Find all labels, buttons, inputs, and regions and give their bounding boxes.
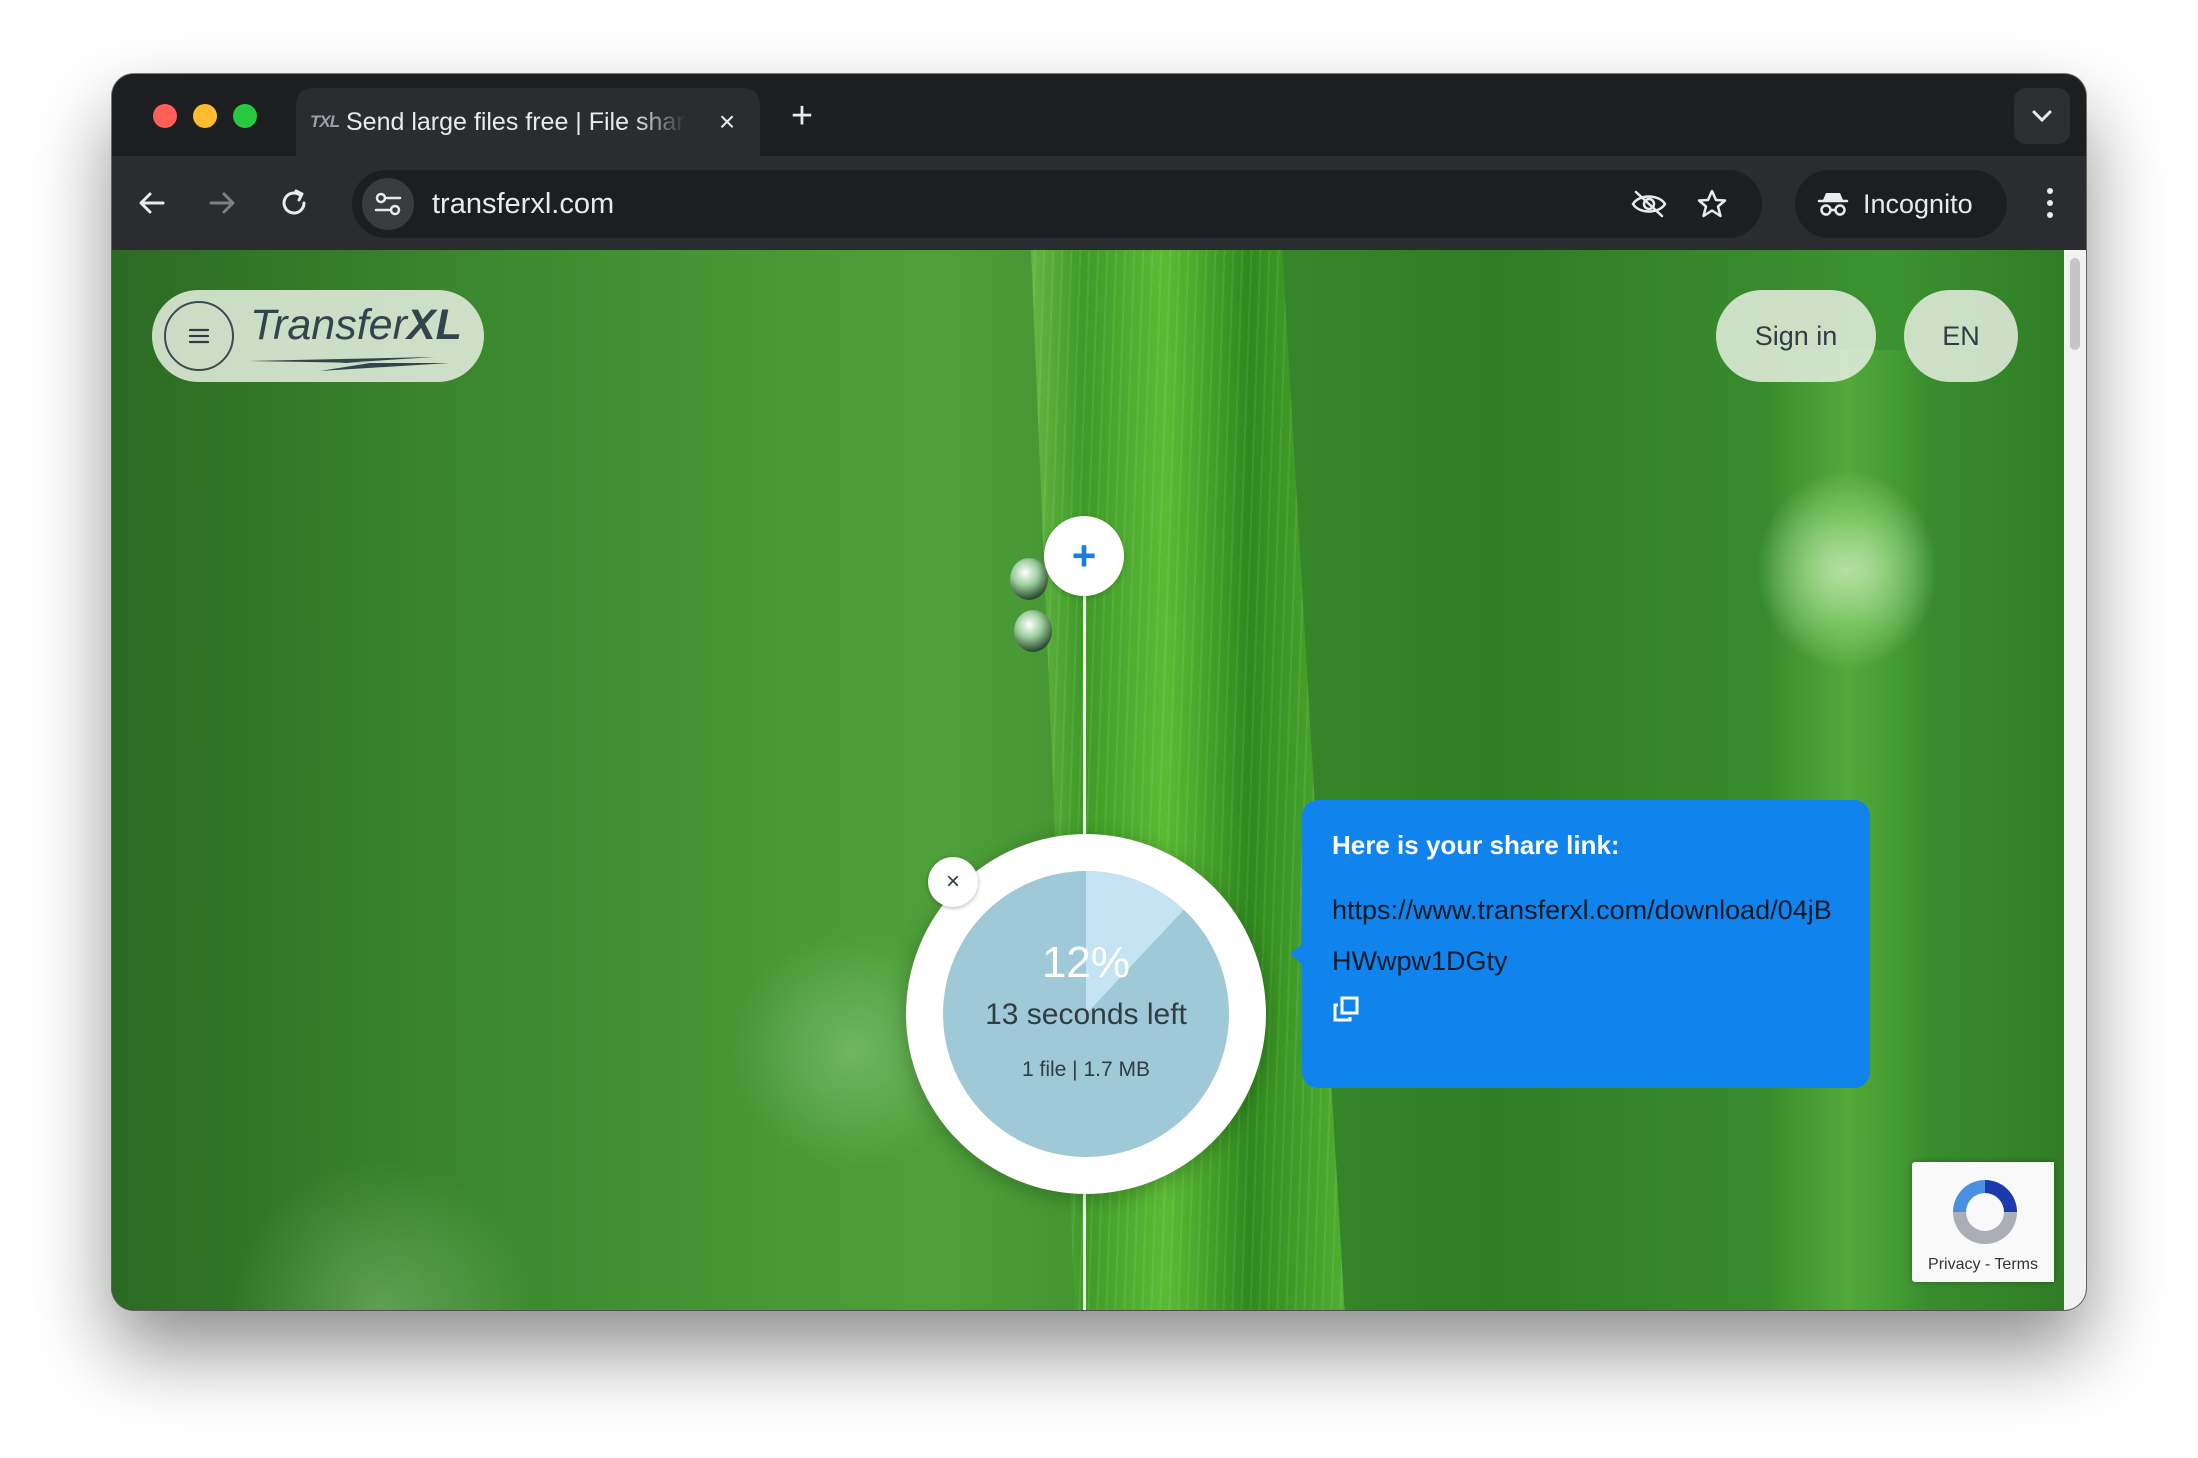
logo-header: TransferXL <box>152 290 484 382</box>
close-window-button[interactable] <box>153 104 177 128</box>
arrow-right-icon <box>209 192 235 214</box>
new-tab-button[interactable]: + <box>780 94 824 138</box>
tab-search-button[interactable] <box>2014 88 2070 144</box>
hamburger-icon <box>188 328 210 344</box>
browser-toolbar: transferxl.com Incognito <box>112 156 2086 250</box>
address-bar[interactable]: transferxl.com <box>352 170 1762 238</box>
share-link-card: Here is your share link: https://www.tra… <box>1302 800 1870 1088</box>
menu-button[interactable] <box>164 301 234 371</box>
incognito-badge[interactable]: Incognito <box>1795 170 2007 238</box>
incognito-label: Incognito <box>1863 188 1973 219</box>
share-link[interactable]: https://www.transferxl.com/download/04jB… <box>1332 885 1840 987</box>
progress-percent: 12% <box>1041 938 1131 987</box>
tab-title: Send large files free | File sharing <box>346 107 686 136</box>
cancel-upload-button[interactable]: × <box>928 857 978 907</box>
site-info-button[interactable] <box>362 178 414 230</box>
browser-tab[interactable]: TXL Send large files free | File sharing… <box>296 88 760 156</box>
recaptcha-icon <box>1953 1180 2017 1244</box>
maximize-window-button[interactable] <box>233 104 257 128</box>
page-scrollbar[interactable] <box>2064 250 2086 1310</box>
browser-window: TXL Send large files free | File sharing… <box>112 74 2086 1310</box>
forward-button[interactable] <box>198 179 246 227</box>
tab-strip: TXL Send large files free | File sharing… <box>112 74 2086 156</box>
eye-off-icon[interactable] <box>1630 189 1668 219</box>
file-info: 1 file | 1.7 MB <box>1021 1058 1150 1081</box>
reload-icon <box>282 189 306 215</box>
chevron-down-icon <box>2032 110 2052 123</box>
share-heading: Here is your share link: <box>1332 830 1620 860</box>
star-icon[interactable] <box>1696 188 1728 220</box>
tab-favicon-icon: TXL <box>310 112 340 131</box>
logo-swoosh-icon <box>250 357 450 371</box>
water-drop <box>1010 558 1048 600</box>
time-left: 13 seconds left <box>985 998 1187 1031</box>
language-button[interactable]: EN <box>1904 290 2018 382</box>
recaptcha-links[interactable]: Privacy - Terms <box>1912 1256 2054 1274</box>
url-text[interactable]: transferxl.com <box>432 188 614 221</box>
tune-icon <box>374 192 402 216</box>
browser-menu-button[interactable] <box>2032 178 2068 228</box>
logo-text: TransferXL <box>250 301 462 349</box>
transferxl-logo[interactable]: TransferXL <box>250 301 462 371</box>
scrollbar-thumb[interactable] <box>2070 258 2080 350</box>
tab-close-icon[interactable]: × <box>712 106 742 138</box>
add-files-button[interactable]: + <box>1044 516 1124 596</box>
back-button[interactable] <box>128 179 176 227</box>
sign-in-button[interactable]: Sign in <box>1716 290 1876 382</box>
copy-icon <box>1333 996 1359 1022</box>
arrow-left-icon <box>139 192 165 214</box>
minimize-window-button[interactable] <box>193 104 217 128</box>
water-drop <box>1014 610 1052 652</box>
page-viewport: TransferXL Sign in EN + 12% 13 seconds l… <box>112 250 2086 1310</box>
reload-button[interactable] <box>270 179 318 227</box>
recaptcha-badge[interactable]: Privacy - Terms <box>1912 1162 2054 1282</box>
copy-link-button[interactable] <box>1332 995 1840 1028</box>
incognito-icon <box>1817 193 1849 216</box>
